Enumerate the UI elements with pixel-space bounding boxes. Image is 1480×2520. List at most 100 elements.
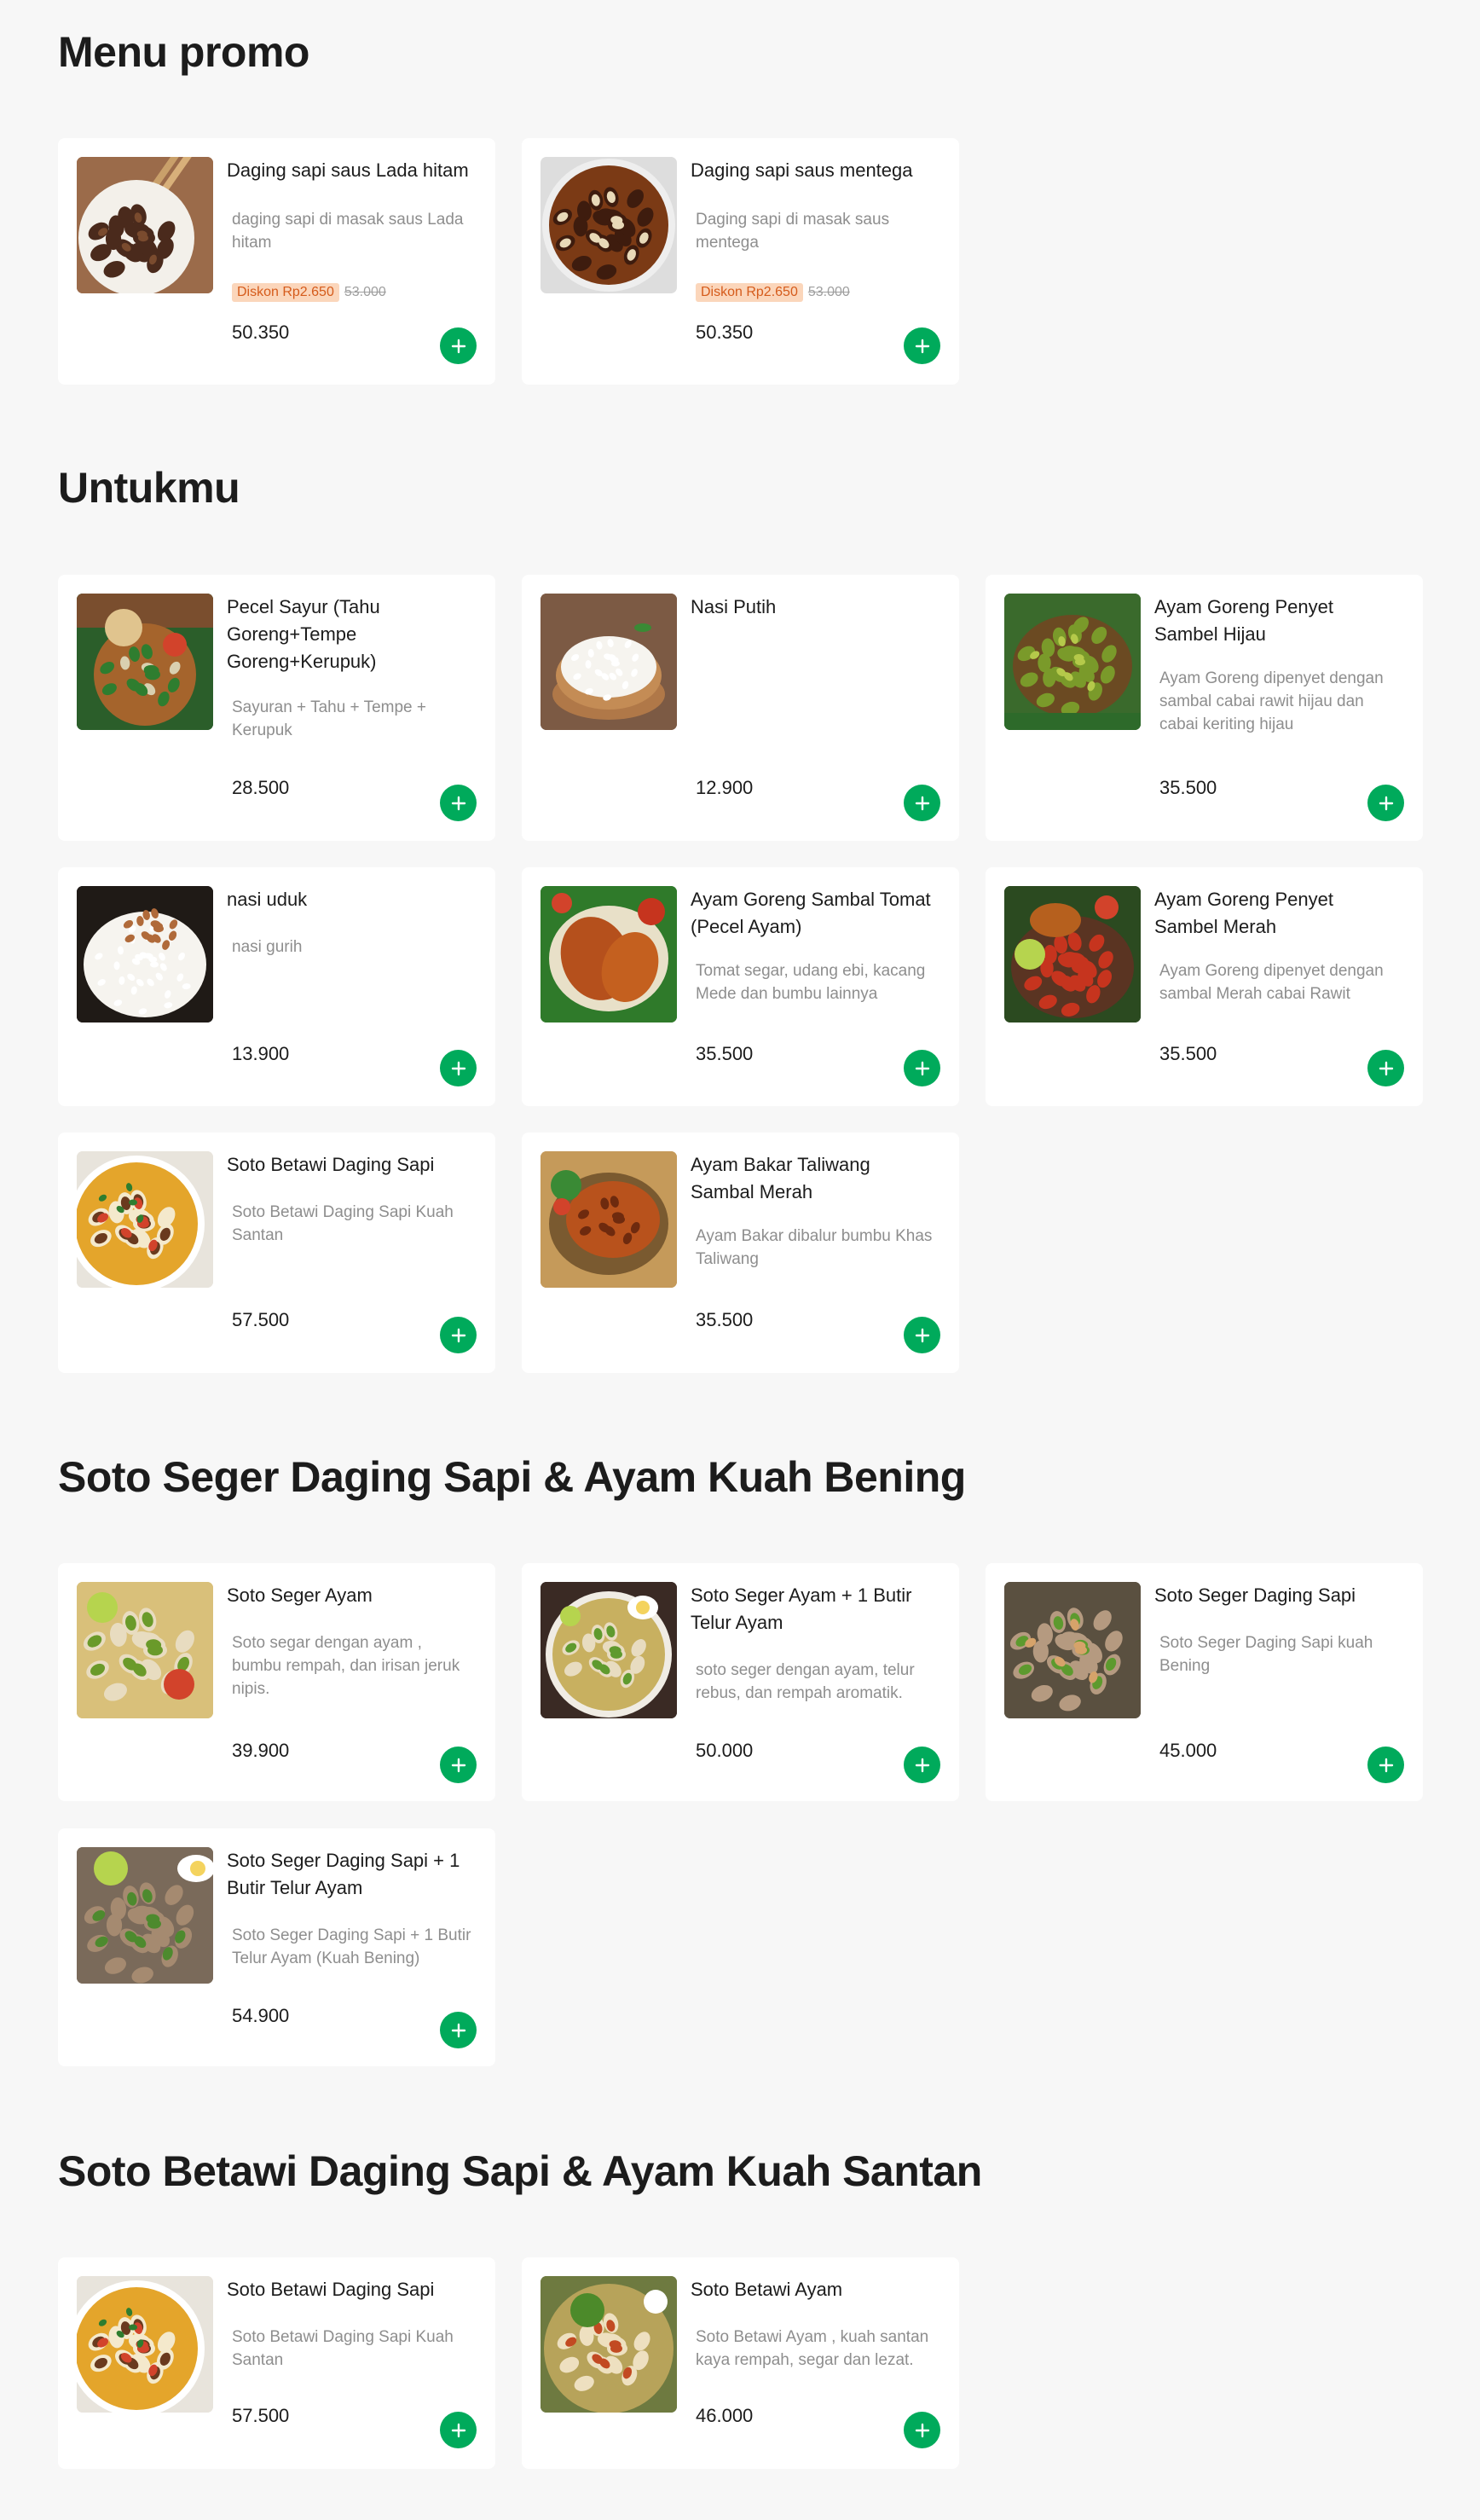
menu-item-name[interactable]: Ayam Goreng Sambal Tomat (Pecel Ayam) [691, 886, 938, 941]
menu-item-price: 35.500 [1159, 1043, 1217, 1064]
add-to-cart-button[interactable] [440, 2012, 477, 2048]
section-title: Soto Betawi Daging Sapi & Ayam Kuah Sant… [58, 2147, 982, 2195]
menu-item-name[interactable]: Soto Seger Daging Sapi + 1 Butir Telur A… [227, 1847, 474, 1902]
add-to-cart-button[interactable] [904, 2412, 940, 2448]
menu-item-name[interactable]: Ayam Bakar Taliwang Sambal Merah [691, 1151, 938, 1206]
menu-item-card[interactable]: Soto Seger Ayam Soto segar dengan ayam , … [58, 1563, 495, 1801]
menu-item-name[interactable]: Nasi Putih [691, 594, 938, 621]
add-to-cart-button[interactable] [904, 1317, 940, 1353]
menu-item-description: Soto Betawi Daging Sapi Kuah Santan [232, 1203, 454, 1244]
section-title: Soto Seger Daging Sapi & Ayam Kuah Benin… [58, 1453, 966, 1501]
menu-item-card[interactable]: Soto Betawi Daging Sapi Soto Betawi Dagin… [58, 2257, 495, 2469]
menu-item-description: Ayam Goreng dipenyet dengan sambal cabai… [1159, 669, 1384, 733]
menu-item-name[interactable]: nasi uduk [227, 886, 474, 913]
menu-item-price: 35.500 [696, 1043, 754, 1064]
menu-item-image[interactable] [541, 886, 677, 1022]
menu-item-price: 13.900 [232, 1043, 290, 1064]
menu-item-card[interactable]: Pecel Sayur (Tahu Goreng+Tempe Goreng+Ke… [58, 575, 495, 841]
menu-item-description: Soto Betawi Daging Sapi Kuah Santan [232, 2328, 454, 2369]
menu-item-name[interactable]: Soto Seger Daging Sapi [1154, 1582, 1402, 1609]
menu-item-image[interactable] [541, 1582, 677, 1718]
menu-item-name[interactable]: Soto Betawi Daging Sapi [227, 2276, 474, 2303]
menu-item-description: daging sapi di masak saus Lada hitam [232, 211, 464, 252]
add-to-cart-button[interactable] [904, 327, 940, 364]
add-to-cart-button[interactable] [1367, 1050, 1404, 1086]
menu-item-description: Sayuran + Tahu + Tempe + Kerupuk [232, 698, 426, 739]
menu-item-image[interactable] [77, 594, 213, 730]
menu-item-image[interactable] [77, 1582, 213, 1718]
menu-item-name[interactable]: Daging sapi saus Lada hitam [227, 157, 474, 184]
add-to-cart-button[interactable] [1367, 785, 1404, 821]
plus-icon [450, 2022, 467, 2039]
add-to-cart-button[interactable] [440, 785, 477, 821]
original-price: 53.000 [344, 285, 386, 299]
plus-icon [914, 1060, 931, 1077]
plus-icon [450, 2422, 467, 2439]
menu-item-card[interactable]: nasi uduk nasi gurih 13.900 [58, 867, 495, 1106]
menu-item-name[interactable]: Pecel Sayur (Tahu Goreng+Tempe Goreng+Ke… [227, 594, 474, 675]
menu-item-image[interactable] [77, 1847, 213, 1984]
menu-item-image[interactable] [541, 1151, 677, 1288]
menu-item-name[interactable]: Soto Betawi Daging Sapi [227, 1151, 474, 1179]
promo-row: Diskon Rp2.650 53.000 [696, 283, 850, 302]
plus-icon [1378, 1757, 1395, 1774]
menu-item-image[interactable] [541, 157, 677, 293]
menu-item-name[interactable]: Ayam Goreng Penyet Sambel Hijau [1154, 594, 1402, 648]
menu-item-card[interactable]: Soto Seger Daging Sapi Soto Seger Daging … [986, 1563, 1423, 1801]
menu-item-price: 35.500 [696, 1309, 754, 1330]
menu-item-image[interactable] [541, 2276, 677, 2413]
add-to-cart-button[interactable] [440, 1747, 477, 1783]
menu-item-image[interactable] [1004, 594, 1141, 730]
plus-icon [450, 338, 467, 355]
menu-item-name[interactable]: Soto Seger Ayam [227, 1582, 474, 1609]
menu-item-price: 50.350 [696, 322, 754, 343]
menu-item-card[interactable]: Daging sapi saus mentega Daging sapi di m… [522, 138, 959, 385]
menu-item-image[interactable] [77, 157, 213, 293]
menu-item-price: 50.000 [696, 1740, 754, 1761]
add-to-cart-button[interactable] [440, 1317, 477, 1353]
add-to-cart-button[interactable] [440, 327, 477, 364]
menu-item-price: 28.500 [232, 777, 290, 798]
menu-item-card[interactable]: Ayam Goreng Penyet Sambel Merah Ayam Gore… [986, 867, 1423, 1106]
menu-item-description: Ayam Bakar dibalur bumbu Khas Taliwang [696, 1227, 933, 1268]
plus-icon [1378, 795, 1395, 812]
menu-item-price: 45.000 [1159, 1740, 1217, 1761]
add-to-cart-button[interactable] [904, 1050, 940, 1086]
section-title: Menu promo [58, 28, 309, 76]
menu-item-image[interactable] [77, 886, 213, 1022]
menu-item-card[interactable]: Nasi Putih 12.900 [522, 575, 959, 841]
section-title: Untukmu [58, 464, 240, 512]
add-to-cart-button[interactable] [904, 785, 940, 821]
plus-icon [450, 1757, 467, 1774]
menu-item-image[interactable] [1004, 1582, 1141, 1718]
menu-item-card[interactable]: Daging sapi saus Lada hitam daging sapi d… [58, 138, 495, 385]
menu-item-description: Ayam Goreng dipenyet dengan sambal Merah… [1159, 962, 1384, 1003]
plus-icon [914, 338, 931, 355]
add-to-cart-button[interactable] [1367, 1747, 1404, 1783]
add-to-cart-button[interactable] [904, 1747, 940, 1783]
menu-item-name[interactable]: Soto Betawi Ayam [691, 2276, 938, 2303]
menu-item-name[interactable]: Soto Seger Ayam + 1 Butir Telur Ayam [691, 1582, 938, 1637]
plus-icon [450, 1060, 467, 1077]
menu-item-description: Soto segar dengan ayam , bumbu rempah, d… [232, 1634, 460, 1698]
menu-item-card[interactable]: Ayam Goreng Penyet Sambel Hijau Ayam Gore… [986, 575, 1423, 841]
menu-item-image[interactable] [1004, 886, 1141, 1022]
menu-item-card[interactable]: Ayam Goreng Sambal Tomat (Pecel Ayam) Tom… [522, 867, 959, 1106]
menu-item-image[interactable] [77, 1151, 213, 1288]
menu-item-image[interactable] [541, 594, 677, 730]
menu-item-name[interactable]: Ayam Goreng Penyet Sambel Merah [1154, 886, 1402, 941]
menu-item-card[interactable]: Ayam Bakar Taliwang Sambal Merah Ayam Bak… [522, 1133, 959, 1373]
add-to-cart-button[interactable] [440, 1050, 477, 1086]
menu-item-price: 54.900 [232, 2005, 290, 2026]
menu-item-description: Daging sapi di masak saus mentega [696, 211, 890, 252]
menu-item-card[interactable]: Soto Seger Ayam + 1 Butir Telur Ayam soto… [522, 1563, 959, 1801]
menu-item-name[interactable]: Daging sapi saus mentega [691, 157, 938, 184]
menu-item-description: Tomat segar, udang ebi, kacang Mede dan … [696, 962, 926, 1003]
menu-item-image[interactable] [77, 2276, 213, 2413]
menu-item-card[interactable]: Soto Betawi Daging Sapi Soto Betawi Dagin… [58, 1133, 495, 1373]
menu-item-card[interactable]: Soto Betawi Ayam Soto Betawi Ayam , kuah … [522, 2257, 959, 2469]
add-to-cart-button[interactable] [440, 2412, 477, 2448]
plus-icon [914, 1757, 931, 1774]
menu-item-card[interactable]: Soto Seger Daging Sapi + 1 Butir Telur A… [58, 1828, 495, 2066]
menu-item-price: 12.900 [696, 777, 754, 798]
